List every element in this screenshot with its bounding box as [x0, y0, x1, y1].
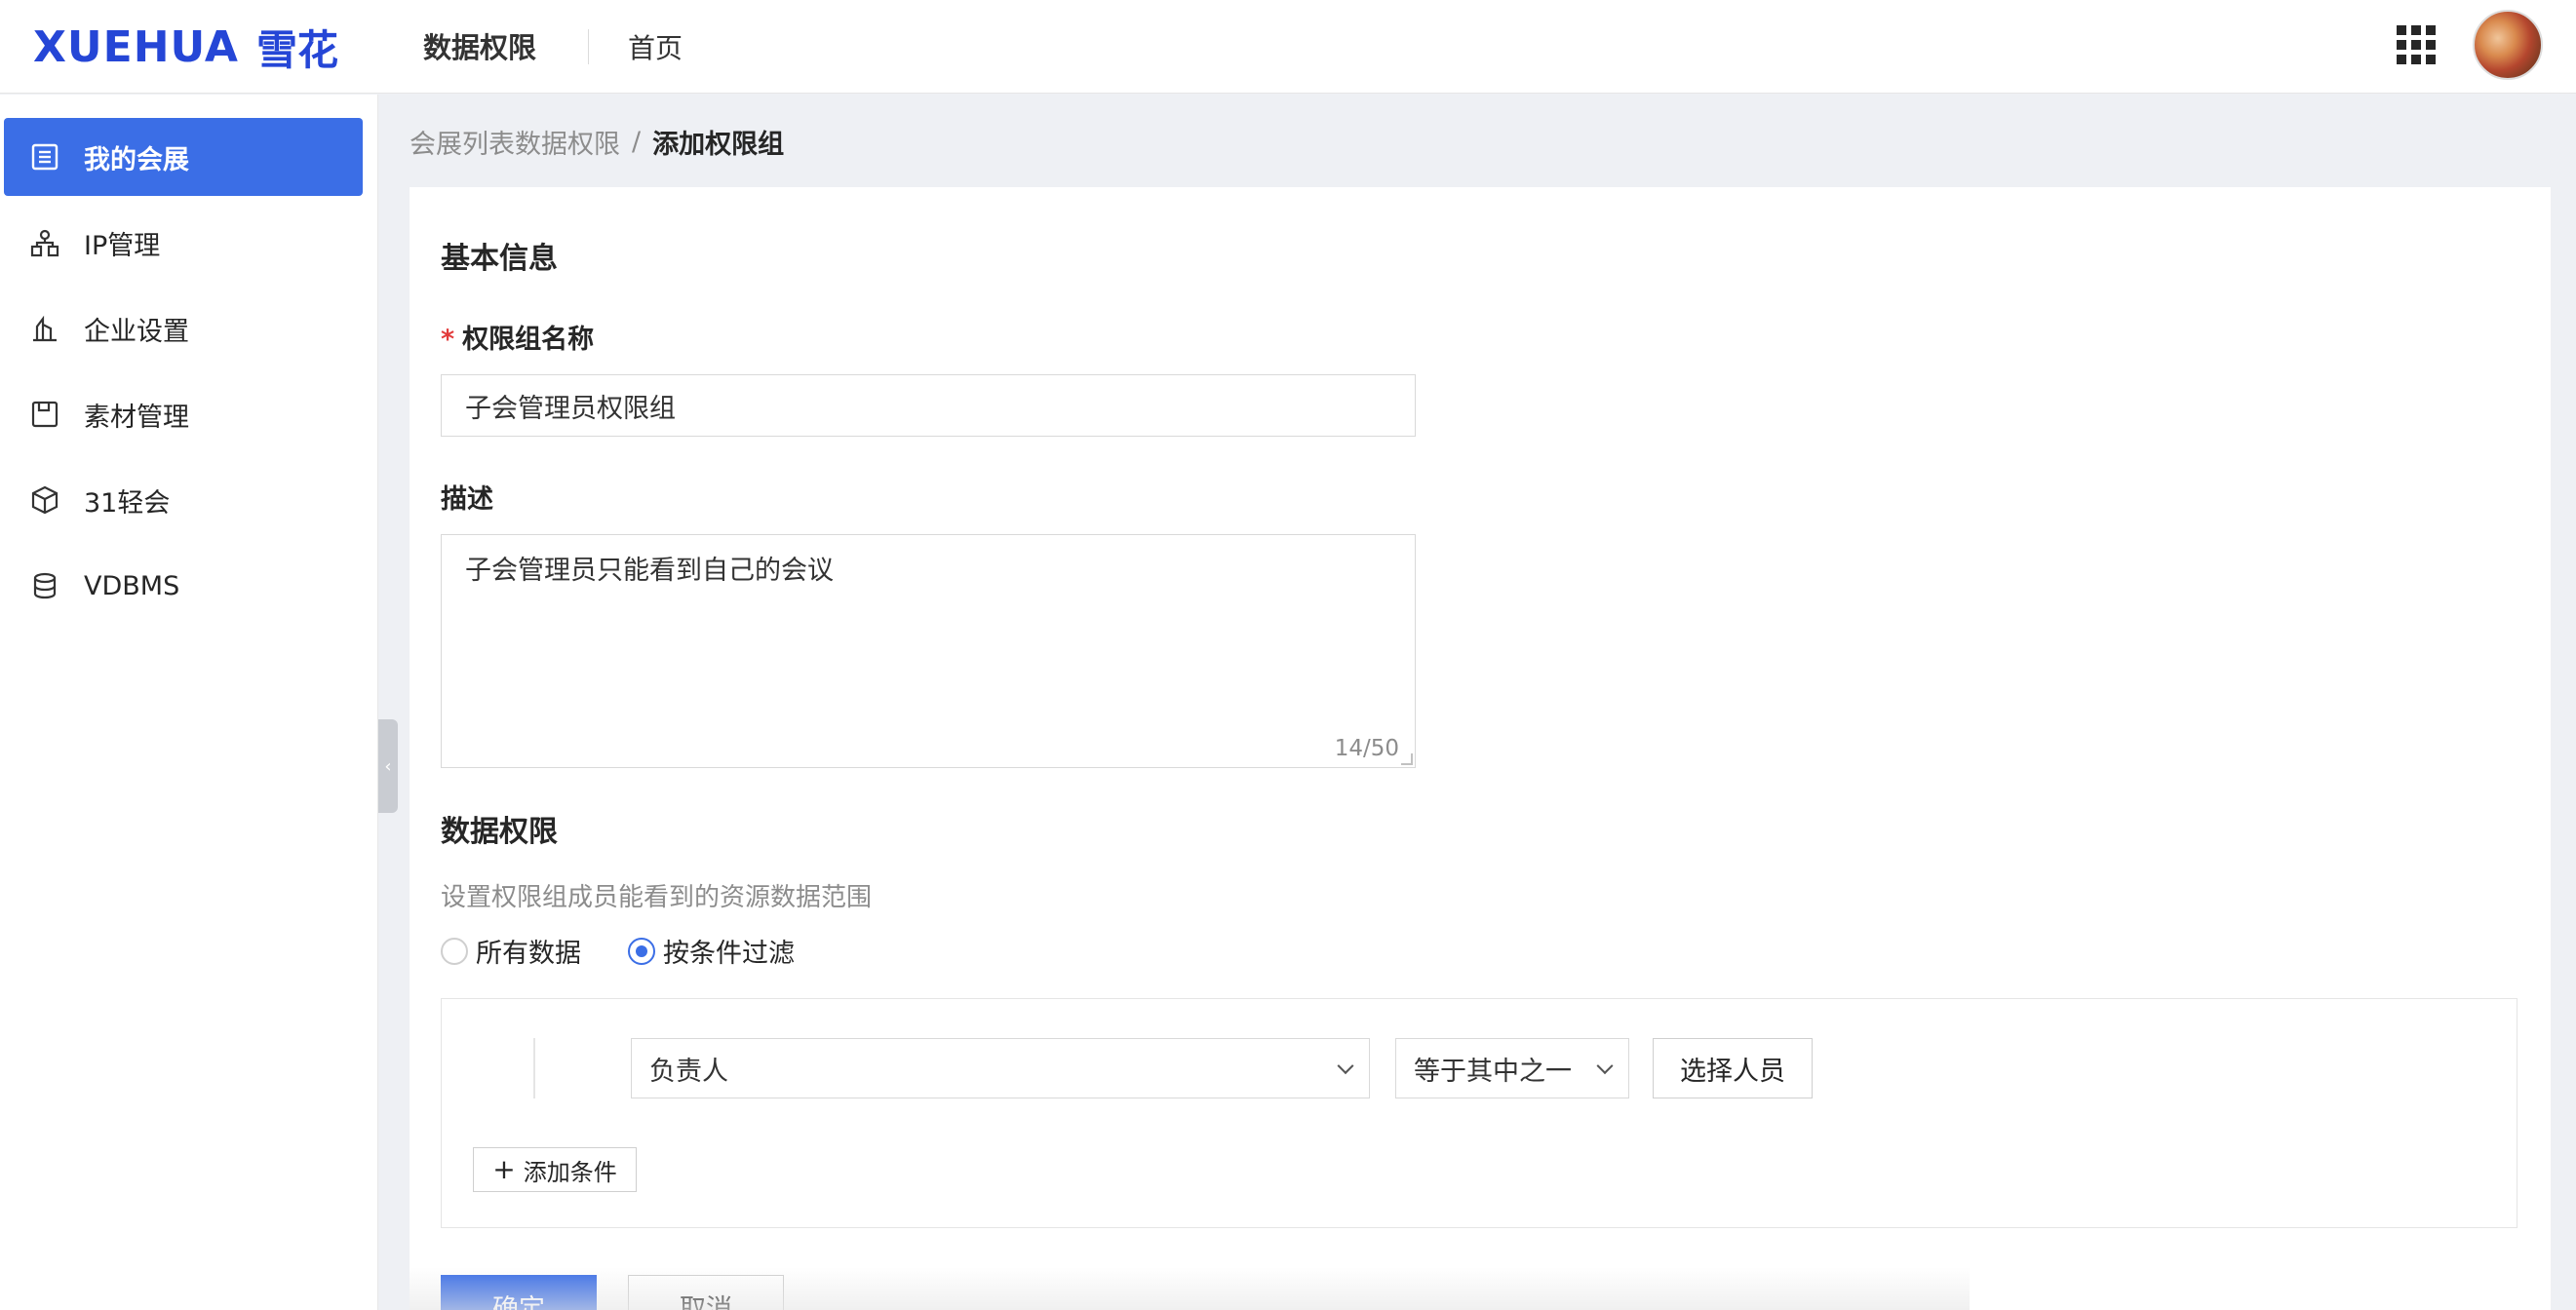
- sidebar-item-label: VDBMS: [84, 570, 180, 601]
- description-label: 描述: [441, 484, 493, 515]
- confirm-button[interactable]: 确定: [441, 1275, 597, 1310]
- radio-filter-by-condition[interactable]: 按条件过滤: [628, 932, 795, 970]
- condition-operator-value: 等于其中之一: [1414, 1056, 1572, 1087]
- required-mark: *: [441, 325, 455, 355]
- sidebar-item-vdbms[interactable]: VDBMS: [4, 547, 363, 625]
- chevron-down-icon: [1337, 1058, 1354, 1075]
- data-permission-title: 数据权限: [441, 815, 558, 849]
- sidebar: 我的会展 IP管理 企业设置 素材管理 31轻会 VDBMS: [0, 95, 378, 1310]
- sidebar-item-ip-management[interactable]: IP管理: [4, 204, 363, 282]
- breadcrumb-separator: /: [632, 127, 642, 157]
- cancel-button[interactable]: 取消: [628, 1275, 784, 1310]
- data-scope-radio-group: 所有数据 按条件过滤: [441, 932, 841, 970]
- sidebar-item-my-exhibitions[interactable]: 我的会展: [4, 118, 363, 196]
- sidebar-item-label: 31轻会: [84, 487, 171, 519]
- network-icon: [27, 225, 62, 260]
- logo-cn-text: 雪花: [255, 25, 338, 74]
- brand-logo[interactable]: XUEHUA 雪花: [33, 19, 338, 74]
- condition-field-select[interactable]: 负责人: [631, 1038, 1370, 1098]
- sidebar-item-label: 我的会展: [84, 144, 189, 175]
- chevron-down-icon: [1596, 1058, 1614, 1075]
- radio-filter-circle[interactable]: [628, 937, 655, 965]
- sidebar-item-enterprise-settings[interactable]: 企业设置: [4, 289, 363, 367]
- basic-info-title: 基本信息: [441, 242, 558, 276]
- description-textarea[interactable]: 子会管理员只能看到自己的会议 14/50: [441, 534, 1416, 768]
- breadcrumb-parent-link[interactable]: 会展列表数据权限: [410, 123, 620, 161]
- cube-icon: [27, 482, 62, 518]
- nav-home-link[interactable]: 首页: [628, 27, 683, 66]
- database-icon: [27, 568, 62, 603]
- group-name-label: * 权限组名称: [441, 318, 594, 356]
- select-people-button[interactable]: 选择人员: [1653, 1038, 1813, 1098]
- condition-connector-line: [533, 1038, 535, 1098]
- condition-box: 负责人 等于其中之一 选择人员 + 添加条件: [441, 998, 2517, 1228]
- user-avatar[interactable]: [2473, 10, 2543, 80]
- condition-field-value: 负责人: [649, 1056, 728, 1087]
- description-value: 子会管理员只能看到自己的会议: [465, 556, 834, 586]
- sidebar-item-material-management[interactable]: 素材管理: [4, 375, 363, 453]
- add-condition-button[interactable]: + 添加条件: [473, 1147, 637, 1192]
- add-condition-label: 添加条件: [523, 1158, 617, 1186]
- logo-text: XUEHUA: [33, 21, 239, 72]
- building-icon: [27, 311, 62, 346]
- group-name-input[interactable]: 子会管理员权限组: [441, 374, 1416, 437]
- grid-icon[interactable]: [2397, 25, 2436, 64]
- sidebar-collapse-handle[interactable]: ‹: [378, 719, 398, 813]
- sidebar-item-label: 素材管理: [84, 402, 189, 433]
- condition-operator-select[interactable]: 等于其中之一: [1395, 1038, 1629, 1098]
- sidebar-item-label: IP管理: [84, 230, 161, 261]
- plus-icon: +: [492, 1153, 516, 1185]
- radio-all-data-circle[interactable]: [441, 937, 468, 965]
- top-header: XUEHUA 雪花 数据权限 首页: [0, 0, 2576, 94]
- group-name-label-text: 权限组名称: [462, 325, 595, 355]
- group-name-value: 子会管理员权限组: [465, 393, 676, 424]
- radio-all-data[interactable]: 所有数据: [441, 932, 581, 970]
- char-counter: 14/50: [1334, 736, 1399, 761]
- save-icon: [27, 397, 62, 432]
- radio-all-data-label: 所有数据: [476, 939, 581, 969]
- radio-filter-label: 按条件过滤: [663, 939, 795, 969]
- sidebar-item-label: 企业设置: [84, 316, 189, 347]
- breadcrumb: 会展列表数据权限 / 添加权限组: [410, 123, 784, 161]
- app-title: 数据权限: [423, 31, 537, 64]
- resize-handle[interactable]: [1401, 753, 1413, 765]
- breadcrumb-current: 添加权限组: [652, 130, 785, 160]
- form-card: 基本信息 * 权限组名称 子会管理员权限组 描述 子会管理员只能看到自己的会议 1…: [410, 187, 2551, 1310]
- list-icon: [27, 139, 62, 174]
- data-permission-hint: 设置权限组成员能看到的资源数据范围: [441, 883, 873, 912]
- sidebar-item-31-light-meeting[interactable]: 31轻会: [4, 461, 363, 539]
- header-divider: [588, 29, 589, 64]
